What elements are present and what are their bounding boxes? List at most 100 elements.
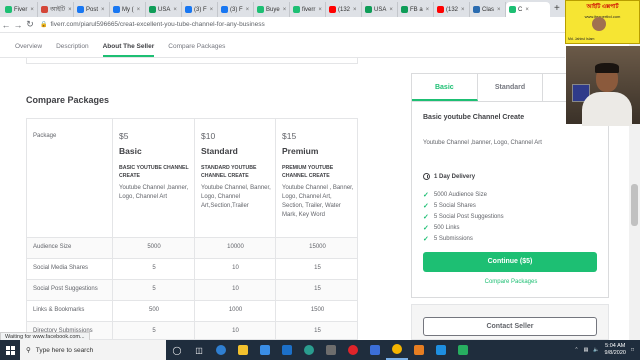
close-icon[interactable]: ×	[101, 7, 105, 13]
tab-label: (132	[446, 6, 459, 13]
app-icon[interactable]	[364, 340, 386, 360]
row-label: Social Post Suggestions	[33, 286, 98, 292]
tab-standard[interactable]: Standard	[478, 74, 544, 101]
browser-tab[interactable]: USA ×	[362, 2, 398, 17]
browser-tab[interactable]: fiverr ×	[290, 2, 326, 17]
close-icon[interactable]: ×	[173, 7, 177, 13]
browser-tab[interactable]: FB a ×	[398, 2, 434, 17]
label-column: Package Audience Size Social Media Share…	[27, 119, 113, 339]
package-name: Premium	[282, 146, 319, 156]
network-icon[interactable]: ▤	[584, 347, 589, 353]
app-icon[interactable]	[408, 340, 430, 360]
tab-label: Buye	[266, 6, 280, 13]
browser-tab[interactable]: (132 ×	[434, 2, 470, 17]
close-icon[interactable]: ×	[426, 7, 430, 13]
browser-tab[interactable]: Post ×	[74, 2, 110, 17]
banner-title: আইটি এক্সপার্ট	[586, 4, 619, 10]
delivery-time: 1 Day Delivery	[423, 173, 475, 180]
windows-logo-icon	[5, 345, 15, 355]
close-icon[interactable]: ×	[68, 7, 72, 13]
list-item: ✓ 5000 Audience Size	[423, 189, 504, 200]
mail-icon[interactable]	[276, 340, 298, 360]
chrome-icon[interactable]	[386, 340, 408, 360]
close-icon[interactable]: ×	[497, 7, 501, 13]
file-explorer-icon[interactable]	[232, 340, 254, 360]
close-icon[interactable]: ×	[30, 7, 34, 13]
list-item: ✓ 5 Social Post Suggestions	[423, 211, 504, 222]
taskbar-search[interactable]: ⚲ Type here to search	[20, 340, 166, 360]
tab-favicon-icon	[401, 6, 408, 13]
start-button[interactable]	[0, 340, 20, 360]
compare-packages-link[interactable]: Compare Packages	[412, 279, 610, 285]
feature-label: 5 Social Post Suggestions	[433, 213, 504, 220]
up-arrow-icon[interactable]: ⌃	[574, 347, 578, 353]
browser-tab[interactable]: Clas ×	[470, 2, 506, 17]
close-icon[interactable]: ×	[389, 7, 393, 13]
teams-icon[interactable]	[298, 340, 320, 360]
compare-packages-table: Package Audience Size Social Media Share…	[26, 118, 358, 340]
recorder-icon[interactable]	[430, 340, 452, 360]
browser-tab[interactable]: Buye ×	[254, 2, 290, 17]
table-cell: 15	[314, 265, 321, 271]
app-icon[interactable]	[452, 340, 474, 360]
delivery-label: 1 Day Delivery	[434, 173, 476, 180]
close-icon[interactable]: ×	[246, 7, 250, 13]
close-icon[interactable]: ×	[210, 7, 214, 13]
tab-favicon-icon	[41, 6, 48, 13]
new-tab-button[interactable]: +	[554, 3, 560, 14]
continue-button[interactable]: Continue ($5)	[423, 252, 597, 272]
nav-overview[interactable]: Overview	[15, 43, 42, 57]
package-column-basic: $5 Basic BASIC YOUTUBE CHANNEL CREATE Yo…	[113, 119, 195, 339]
nav-description[interactable]: Description	[56, 43, 89, 57]
search-placeholder: Type here to search	[35, 346, 94, 354]
url-field[interactable]: 🔒 fiverr.com/piarul596665/creat-excellen…	[40, 21, 265, 28]
table-cell: 5	[152, 265, 156, 271]
nav-compare-packages[interactable]: Compare Packages	[168, 43, 225, 57]
package-name: Basic	[119, 146, 142, 156]
scrollbar-thumb[interactable]	[631, 184, 638, 226]
list-item: ✓ 5 Submissions	[423, 233, 504, 244]
tab-favicon-icon	[149, 6, 156, 13]
close-icon[interactable]: ×	[461, 7, 465, 13]
notification-icon[interactable]: □	[631, 347, 634, 353]
browser-tab[interactable]: আইটি ×	[38, 2, 74, 17]
browser-tab[interactable]: (3) F ×	[218, 2, 254, 17]
contact-seller-button[interactable]: Contact Seller	[423, 317, 597, 336]
table-cell: 5	[152, 328, 156, 334]
edge-icon[interactable]	[210, 340, 232, 360]
close-icon[interactable]: ×	[283, 7, 287, 13]
forward-icon[interactable]: →	[12, 20, 24, 30]
browser-tab[interactable]: C ×	[506, 2, 550, 17]
package-title: BASIC YOUTUBE CHANNEL CREATE	[119, 165, 189, 179]
close-icon[interactable]: ×	[137, 7, 141, 13]
tab-basic[interactable]: Basic	[412, 74, 478, 101]
browser-tab[interactable]: (132 ×	[326, 2, 362, 17]
table-cell: 15	[314, 328, 321, 334]
taskbar-clock[interactable]: 5:04 AM 9/8/2020	[605, 343, 626, 357]
opera-icon[interactable]	[342, 340, 364, 360]
check-icon: ✓	[423, 224, 429, 232]
browser-tab[interactable]: (3) F ×	[182, 2, 218, 17]
row-label: Social Media Shares	[33, 265, 89, 271]
tab-label: My (	[122, 6, 134, 13]
store-icon[interactable]	[254, 340, 276, 360]
tab-favicon-icon	[113, 6, 120, 13]
app-icon[interactable]	[320, 340, 342, 360]
nav-about-seller[interactable]: About The Seller	[102, 43, 155, 57]
back-icon[interactable]: ←	[0, 20, 12, 30]
close-icon[interactable]: ×	[353, 7, 357, 13]
tab-label: FB a	[410, 6, 423, 13]
browser-tab[interactable]: USA ×	[146, 2, 182, 17]
volume-icon[interactable]: 🔈	[593, 347, 599, 353]
close-icon[interactable]: ×	[318, 7, 322, 13]
feature-label: 5 Social Shares	[433, 202, 476, 209]
task-view-icon[interactable]: ◫	[188, 340, 210, 360]
compare-packages-heading: Compare Packages	[26, 95, 110, 105]
browser-tab[interactable]: My (×	[110, 2, 146, 17]
table-cell: 500	[148, 307, 159, 313]
cortana-icon[interactable]: ◯	[166, 340, 188, 360]
table-cell: 1500	[310, 307, 325, 313]
close-icon[interactable]: ×	[525, 7, 529, 13]
reload-icon[interactable]: ↻	[24, 19, 36, 30]
browser-tab[interactable]: Fiver ×	[2, 2, 38, 17]
